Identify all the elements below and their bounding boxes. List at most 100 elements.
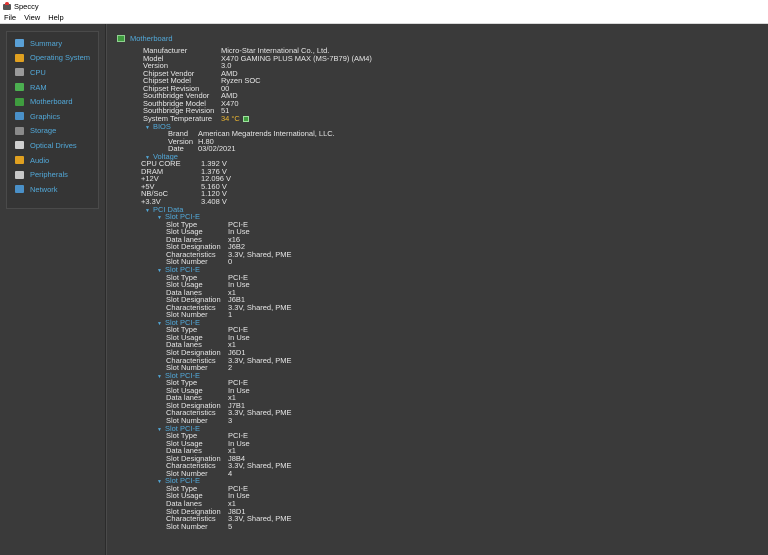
sidebar-item-label: Storage	[30, 126, 57, 136]
network-icon	[15, 185, 24, 194]
property-row: Southbridge Revision 51	[143, 107, 643, 115]
property-value[interactable]: 2	[228, 364, 232, 372]
property-value[interactable]: 4	[228, 469, 232, 478]
motherboard-icon	[117, 35, 125, 42]
sidebar-item-storage[interactable]: Storage	[7, 124, 98, 139]
monitor-icon	[15, 112, 24, 121]
property-row: Slot Number 0	[166, 258, 666, 266]
property-row: Characteristics 3.3V, Shared, PME	[166, 303, 666, 312]
property-value-text: 2	[228, 363, 233, 373]
sidebar-item-cpu[interactable]: CPU	[7, 65, 98, 80]
collapse-triangle-icon[interactable]: ▼	[145, 208, 150, 214]
speaker-icon	[15, 156, 24, 165]
menu-bar: File View Help	[0, 12, 768, 24]
property-row: Characteristics 3.3V, Shared, PME	[166, 409, 666, 417]
property-value[interactable]: 0	[228, 258, 232, 266]
property-value[interactable]: 5	[228, 521, 233, 531]
property-value[interactable]: 3.3V, Shared, PME	[228, 462, 292, 470]
property-row: Characteristics 3.3V, Shared, PME	[166, 356, 666, 365]
sidebar-item-network[interactable]: Network	[7, 182, 98, 197]
sidebar-item-optical-drives[interactable]: Optical Drives	[7, 138, 98, 153]
property-row: Southbridge Vendor AMD	[143, 92, 643, 100]
property-row: Chipset Vendor AMD	[143, 69, 643, 78]
property-value[interactable]: 3	[228, 417, 232, 425]
property-name: Slot Number	[166, 521, 208, 531]
property-value[interactable]: 03/02/2021	[198, 145, 236, 153]
sidebar-item-label: Graphics	[30, 111, 61, 121]
property-row: Characteristics 3.3V, Shared, PME	[166, 515, 666, 523]
menu-view[interactable]: View	[20, 13, 44, 22]
sidebar-item-motherboard[interactable]: Motherboard	[7, 94, 98, 109]
sidebar-item-audio[interactable]: Audio	[7, 153, 98, 168]
section-bios[interactable]: ▼ BIOS	[145, 122, 171, 131]
property-value[interactable]: 3.3V, Shared, PME	[228, 303, 292, 312]
speccy-app-icon	[3, 2, 11, 10]
title-bar: Speccy	[0, 0, 768, 12]
property-row: Brand American Megatrends International, …	[168, 130, 668, 138]
property-row: Slot Number 4	[166, 469, 666, 478]
property-row: +3.3V 3.408 V	[141, 198, 641, 206]
collapse-triangle-icon[interactable]: ▼	[157, 321, 162, 327]
property-row: Characteristics 3.3V, Shared, PME	[166, 251, 666, 259]
mouse-icon	[15, 170, 24, 179]
property-value-text: 1	[228, 310, 233, 320]
property-row: System Temperature 34 °C	[143, 115, 643, 123]
property-row: Slot Usage In Use	[166, 281, 666, 289]
sidebar-item-graphics[interactable]: Graphics	[7, 109, 98, 124]
property-value[interactable]: 3.3V, Shared, PME	[228, 356, 292, 365]
property-row: Characteristics 3.3V, Shared, PME	[166, 462, 666, 470]
property-value[interactable]: 3.408 V	[201, 198, 227, 206]
property-value[interactable]: 3.3V, Shared, PME	[228, 409, 292, 417]
property-value[interactable]: 3.3V, Shared, PME	[228, 251, 292, 259]
property-value-text: 3.408 V	[201, 197, 227, 206]
menu-help[interactable]: Help	[44, 13, 67, 22]
sidebar-item-ram[interactable]: RAM	[7, 80, 98, 95]
collapse-triangle-icon[interactable]: ▼	[145, 125, 150, 131]
property-row: Southbridge Model X470	[143, 100, 643, 108]
collapse-triangle-icon[interactable]: ▼	[157, 427, 162, 433]
section-header-motherboard[interactable]: Motherboard	[117, 34, 173, 43]
ram-icon	[15, 83, 24, 92]
temperature-status-icon	[242, 115, 249, 122]
collapse-triangle-icon[interactable]: ▼	[157, 215, 162, 221]
property-row: Slot Number 5	[166, 521, 666, 531]
property-value[interactable]: American Megatrends International, LLC.	[198, 130, 335, 138]
section-title: Motherboard	[130, 34, 173, 43]
property-row: Version 3.0	[143, 62, 643, 70]
property-value[interactable]: 1	[228, 311, 232, 319]
collapse-triangle-icon[interactable]: ▼	[157, 268, 162, 274]
property-value-text: 3	[228, 415, 233, 425]
property-row: Version H.80	[168, 137, 668, 146]
property-value-text: 5	[228, 521, 233, 531]
sidebar: Summary Operating System CPU RAM Motherboard…	[6, 31, 99, 209]
property-value-text: 0	[228, 257, 233, 267]
collapse-triangle-icon[interactable]: ▼	[157, 479, 162, 485]
sidebar-item-label: Network	[30, 184, 58, 194]
sidebar-item-label: Optical Drives	[30, 140, 77, 150]
window-title: Speccy	[14, 1, 39, 11]
property-row: Chipset Model Ryzen SOC	[143, 77, 643, 85]
property-row: Slot Number 3	[166, 417, 666, 425]
property-row: Slot Usage In Use	[166, 439, 666, 448]
disc-icon	[15, 141, 24, 150]
property-row: Manufacturer Micro-Star International Co.…	[143, 47, 643, 55]
property-row: Model X470 GAMING PLUS MAX (MS-7B79) (AM4…	[143, 54, 643, 63]
sidebar-item-summary[interactable]: Summary	[7, 36, 98, 51]
property-value[interactable]: 3.3V, Shared, PME	[228, 515, 292, 523]
sidebar-item-label: Peripherals	[30, 170, 68, 180]
property-row: Slot Usage In Use	[166, 334, 666, 342]
property-row: Slot Usage In Use	[166, 228, 666, 236]
sidebar-item-label: CPU	[30, 67, 46, 77]
sidebar-item-label: RAM	[30, 82, 47, 92]
property-row: Slot Usage In Use	[166, 386, 666, 395]
collapse-triangle-icon[interactable]: ▼	[157, 374, 162, 380]
sidebar-item-label: Summary	[30, 38, 63, 48]
pane-splitter[interactable]	[105, 24, 107, 555]
property-row: Slot Number 2	[166, 364, 666, 372]
sidebar-item-peripherals[interactable]: Peripherals	[7, 167, 98, 182]
sidebar-item-operating-system[interactable]: Operating System	[7, 51, 98, 66]
property-value[interactable]: 34 °C	[221, 115, 249, 123]
menu-file[interactable]: File	[0, 13, 20, 22]
windows-icon	[15, 53, 24, 62]
property-value[interactable]: X470 GAMING PLUS MAX (MS-7B79) (AM4)	[221, 54, 372, 63]
